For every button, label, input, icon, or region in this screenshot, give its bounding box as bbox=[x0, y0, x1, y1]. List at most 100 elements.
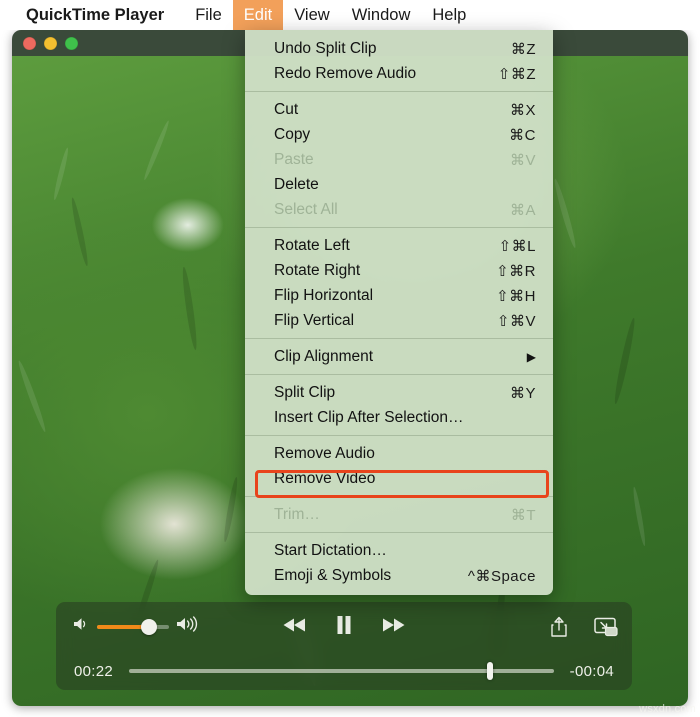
menu-item-shortcut: ⌘C bbox=[509, 126, 536, 144]
menu-item-flip-horizontal[interactable]: Flip Horizontal ⇧⌘H bbox=[245, 283, 553, 308]
menu-item-shortcut: ⇧⌘V bbox=[496, 312, 536, 330]
menubar-item-help[interactable]: Help bbox=[421, 0, 477, 30]
menu-item-label: Cut bbox=[274, 100, 299, 118]
menu-item-label: Delete bbox=[274, 175, 319, 193]
menu-separator bbox=[245, 496, 553, 497]
menu-item-label: Split Clip bbox=[274, 383, 336, 401]
grass-blade-icon bbox=[222, 476, 240, 543]
screenshot-root: QuickTime Player File Edit View Window H… bbox=[0, 0, 700, 717]
grass-blade-icon bbox=[552, 177, 578, 249]
menu-item-label: Remove Video bbox=[274, 469, 376, 487]
menu-item-shortcut: ⌘X bbox=[509, 101, 536, 119]
grass-blade-icon bbox=[631, 486, 647, 547]
menu-item-label: Rotate Right bbox=[274, 261, 361, 279]
transport-controls bbox=[283, 615, 405, 635]
menu-item-label: Redo Remove Audio bbox=[274, 64, 417, 82]
menu-item-split-clip[interactable]: Split Clip ⌘Y bbox=[245, 380, 553, 405]
menu-item-select-all: Select All ⌘A bbox=[245, 197, 553, 222]
menu-item-label: Select All bbox=[274, 200, 338, 218]
control-bar-bottom-row: 00:22 -00:04 bbox=[56, 652, 632, 690]
volume-slider-track[interactable] bbox=[97, 618, 169, 635]
chevron-right-icon: ▶ bbox=[526, 349, 536, 364]
menu-separator bbox=[245, 227, 553, 228]
menubar-app-name[interactable]: QuickTime Player bbox=[26, 0, 184, 30]
rewind-button[interactable] bbox=[283, 617, 307, 633]
menu-item-shortcut: ⌘V bbox=[509, 151, 536, 169]
menu-item-label: Trim… bbox=[274, 505, 320, 523]
menu-separator bbox=[245, 374, 553, 375]
menu-item-shortcut: ⇧⌘H bbox=[496, 287, 536, 305]
menu-separator bbox=[245, 435, 553, 436]
scrubber-playhead[interactable] bbox=[486, 662, 493, 680]
scrubber-track[interactable] bbox=[129, 662, 554, 680]
menu-item-cut[interactable]: Cut ⌘X bbox=[245, 97, 553, 122]
menu-item-flip-vertical[interactable]: Flip Vertical ⇧⌘V bbox=[245, 308, 553, 333]
edit-dropdown-menu: Undo Split Clip ⌘Z Redo Remove Audio ⇧⌘Z… bbox=[245, 30, 553, 595]
menu-item-label: Paste bbox=[274, 150, 314, 168]
menu-item-start-dictation[interactable]: Start Dictation… bbox=[245, 538, 553, 563]
menu-item-copy[interactable]: Copy ⌘C bbox=[245, 122, 553, 147]
fast-forward-button[interactable] bbox=[381, 617, 405, 633]
menubar-item-edit[interactable]: Edit bbox=[232, 0, 284, 30]
menu-item-shortcut: ⌘T bbox=[510, 506, 536, 524]
menu-item-rotate-left[interactable]: Rotate Left ⇧⌘L bbox=[245, 233, 553, 258]
menu-item-shortcut: ⌘Y bbox=[509, 384, 536, 402]
menu-item-paste: Paste ⌘V bbox=[245, 147, 553, 172]
macos-menu-bar: QuickTime Player File Edit View Window H… bbox=[0, 0, 700, 30]
menu-item-label: Insert Clip After Selection… bbox=[274, 408, 464, 426]
grass-blade-icon bbox=[16, 359, 48, 434]
volume-slider-knob[interactable] bbox=[140, 618, 157, 635]
control-bar-top-row bbox=[56, 602, 632, 652]
menu-item-remove-audio[interactable]: Remove Audio bbox=[245, 441, 553, 466]
menu-item-insert-clip-after-selection[interactable]: Insert Clip After Selection… bbox=[245, 405, 553, 430]
speaker-high-icon[interactable] bbox=[175, 615, 201, 638]
menu-item-label: Start Dictation… bbox=[274, 541, 387, 559]
menu-item-shortcut: ⇧⌘R bbox=[496, 262, 536, 280]
menu-item-shortcut: ⌘Z bbox=[510, 40, 536, 58]
menu-item-label: Clip Alignment bbox=[274, 347, 374, 365]
pause-button[interactable] bbox=[335, 615, 353, 635]
grass-blade-icon bbox=[142, 119, 171, 181]
scrubber[interactable] bbox=[129, 662, 554, 680]
share-button[interactable] bbox=[550, 616, 568, 638]
menu-item-emoji-and-symbols[interactable]: Emoji & Symbols ^⌘Space bbox=[245, 563, 553, 588]
menu-item-undo-split-clip[interactable]: Undo Split Clip ⌘Z bbox=[245, 36, 553, 61]
menubar-item-window[interactable]: Window bbox=[341, 0, 422, 30]
minimize-button[interactable] bbox=[44, 36, 57, 50]
menu-separator bbox=[245, 532, 553, 533]
menu-separator bbox=[245, 91, 553, 92]
grass-blade-icon bbox=[612, 317, 638, 405]
menu-item-trim: Trim… ⌘T bbox=[245, 502, 553, 527]
zoom-button[interactable] bbox=[65, 36, 78, 50]
menu-item-redo-remove-audio[interactable]: Redo Remove Audio ⇧⌘Z bbox=[245, 61, 553, 86]
close-button[interactable] bbox=[23, 36, 36, 50]
grass-blade-icon bbox=[52, 146, 70, 201]
menu-item-label: Flip Vertical bbox=[274, 311, 355, 329]
menu-item-label: Copy bbox=[274, 125, 311, 143]
playback-control-bar: 00:22 -00:04 bbox=[56, 602, 632, 690]
menu-item-label: Remove Audio bbox=[274, 444, 375, 462]
menu-item-label: Emoji & Symbols bbox=[274, 566, 392, 584]
menu-item-label: Rotate Left bbox=[274, 236, 350, 254]
menubar-item-view[interactable]: View bbox=[283, 0, 340, 30]
menu-item-remove-video[interactable]: Remove Video bbox=[245, 466, 553, 491]
elapsed-time: 00:22 bbox=[74, 662, 114, 680]
menu-item-shortcut: ^⌘Space bbox=[467, 567, 536, 585]
menu-item-clip-alignment[interactable]: Clip Alignment ▶ bbox=[245, 344, 553, 369]
watermark: wsxdn.com bbox=[639, 703, 696, 715]
menu-item-delete[interactable]: Delete bbox=[245, 172, 553, 197]
control-bar-right-icons bbox=[550, 616, 618, 638]
grass-blade-icon bbox=[69, 196, 90, 267]
speaker-low-icon[interactable] bbox=[72, 616, 91, 637]
menu-item-rotate-right[interactable]: Rotate Right ⇧⌘R bbox=[245, 258, 553, 283]
grass-blade-icon bbox=[180, 266, 199, 351]
picture-in-picture-button[interactable] bbox=[594, 617, 618, 637]
menu-item-label: Undo Split Clip bbox=[274, 39, 377, 57]
volume-control[interactable] bbox=[72, 615, 201, 638]
menu-separator bbox=[245, 338, 553, 339]
menu-item-shortcut: ⇧⌘L bbox=[498, 237, 536, 255]
remaining-time: -00:04 bbox=[569, 662, 614, 680]
menubar-item-file[interactable]: File bbox=[184, 0, 233, 30]
menu-item-shortcut: ⌘A bbox=[509, 201, 536, 219]
menu-item-label: Flip Horizontal bbox=[274, 286, 374, 304]
